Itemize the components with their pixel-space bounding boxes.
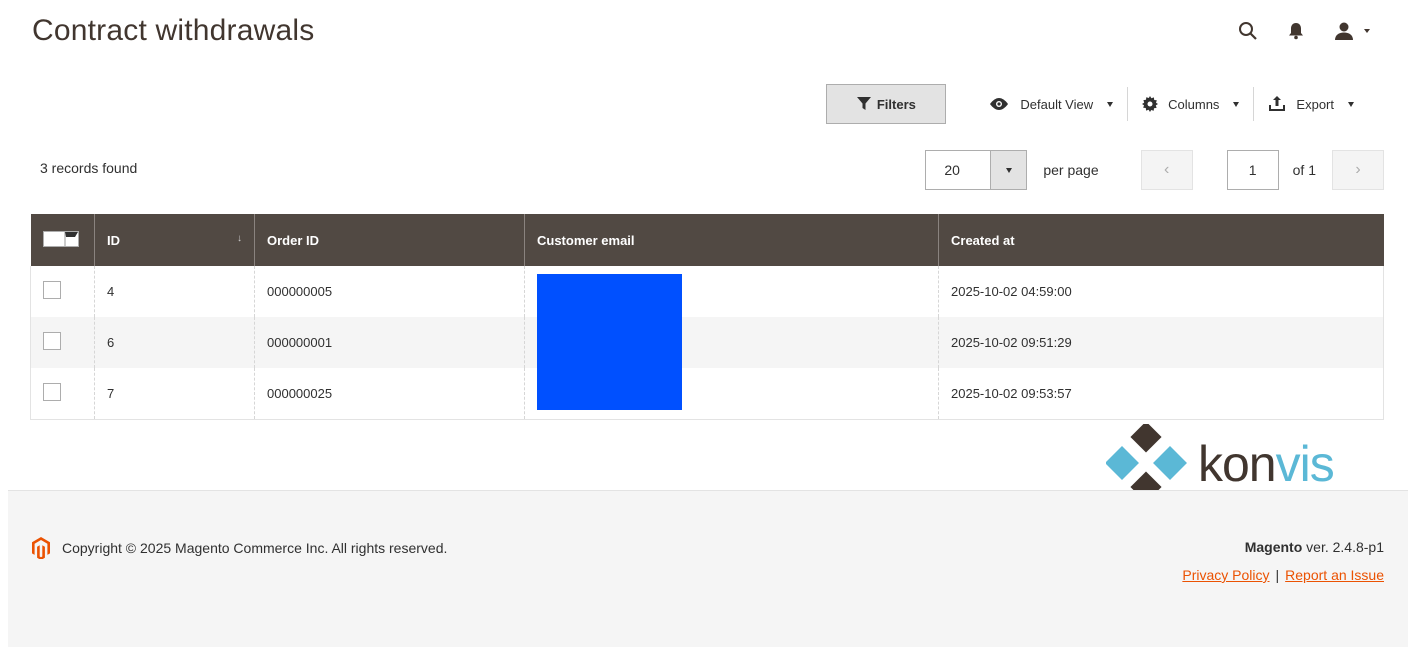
chevron-down-icon [63,232,78,246]
sort-arrow-icon: ↓ [237,232,242,244]
page-number-input[interactable]: 1 [1226,150,1279,190]
table-row[interactable]: 7 000000025 2025-10-02 09:53:57 [30,368,1384,420]
per-page-value: 20 [944,162,960,178]
user-icon [1334,21,1354,41]
cell-order-id: 000000001 [254,317,525,368]
column-header-customer-email[interactable]: Customer email [524,214,939,266]
footer-links: Privacy Policy | Report an Issue [1182,567,1384,583]
filters-label: Filters [876,96,916,112]
cell-created-at: 2025-10-02 04:59:00 [938,266,1384,317]
prev-page-button[interactable]: ‹ [1140,150,1193,190]
view-label: Default View [1020,96,1094,112]
column-header-id[interactable]: ID ↓ [94,214,255,266]
next-page-button[interactable]: › [1332,150,1384,190]
export-label: Export [1296,96,1334,112]
row-checkbox[interactable] [43,281,61,299]
logo-text-vis: vis [1275,436,1335,492]
privacy-policy-link[interactable]: Privacy Policy [1182,567,1269,583]
link-separator: | [1275,567,1280,583]
view-dropdown[interactable]: Default View [974,86,1127,122]
gear-icon [1142,96,1159,112]
version-info: Magento ver. 2.4.8-p1 [1245,539,1384,555]
column-header-label: Created at [951,232,1015,248]
magento-logo-icon [32,537,50,559]
per-page-label: per page [1043,162,1099,178]
report-issue-link[interactable]: Report an Issue [1285,567,1384,583]
eye-icon [990,98,1009,110]
per-page-select[interactable]: 20 [925,150,1028,190]
logo-text-kon: kon [1198,436,1277,492]
copyright-text: Copyright © 2025 Magento Commerce Inc. A… [62,540,448,556]
mass-select-header[interactable] [30,214,95,266]
row-checkbox[interactable] [43,382,61,401]
column-header-label: Order ID [267,232,320,248]
cell-id: 7 [94,368,255,420]
konvis-wordmark: konvis [1198,436,1335,492]
mass-select-dropdown[interactable] [42,231,79,247]
user-menu[interactable] [1334,21,1370,41]
records-found: 3 records found [40,160,138,176]
cell-order-id: 000000005 [254,266,525,317]
chevron-down-icon [1364,29,1370,33]
chevron-left-icon: ‹ [1163,161,1170,178]
version-brand: Magento [1244,539,1303,555]
table-row[interactable]: 6 000000001 2025-10-02 09:51:29 [30,317,1384,368]
row-checkbox[interactable] [43,332,61,350]
chevron-down-icon [1005,167,1012,173]
column-header-order-id[interactable]: Order ID [254,214,525,266]
export-dropdown[interactable]: Export [1254,86,1368,122]
search-icon[interactable] [1238,21,1258,41]
grid-header-row: ID ↓ Order ID Customer email Created at [30,214,1384,266]
table-row[interactable]: 4 000000005 2025-10-02 04:59:00 [30,266,1384,317]
cell-id: 6 [94,317,255,368]
pager: 20 per page ‹ 1 of 1 › [925,150,1384,190]
grid-toolbar: Filters Default View Columns Export [826,84,1368,124]
chevron-down-icon [1233,101,1240,107]
header-actions [1238,14,1370,48]
data-grid: ID ↓ Order ID Customer email Created at … [30,214,1384,420]
cell-created-at: 2025-10-02 09:51:29 [938,317,1384,368]
cell-order-id: 000000025 [254,368,525,420]
column-header-created-at[interactable]: Created at [938,214,1384,266]
bell-icon[interactable] [1288,22,1304,40]
columns-label: Columns [1168,96,1220,112]
filter-icon [856,97,871,110]
chevron-down-icon [1107,101,1114,107]
cell-id: 4 [94,266,255,317]
page-count: of 1 [1292,162,1316,178]
redacted-email-block [537,274,682,410]
cell-created-at: 2025-10-02 09:53:57 [938,368,1384,420]
version-text: ver. 2.4.8-p1 [1302,539,1384,555]
chevron-down-icon [1348,101,1354,107]
filters-button[interactable]: Filters [826,84,947,124]
export-icon [1269,96,1286,111]
page-title: Contract withdrawals [32,14,315,47]
per-page-toggle[interactable] [990,151,1027,189]
column-header-label: ID [107,232,120,248]
columns-dropdown[interactable]: Columns [1128,86,1253,122]
column-header-label: Customer email [537,232,635,248]
chevron-right-icon: › [1355,161,1361,178]
page-footer: Copyright © 2025 Magento Commerce Inc. A… [8,490,1408,647]
copyright: Copyright © 2025 Magento Commerce Inc. A… [32,537,447,559]
